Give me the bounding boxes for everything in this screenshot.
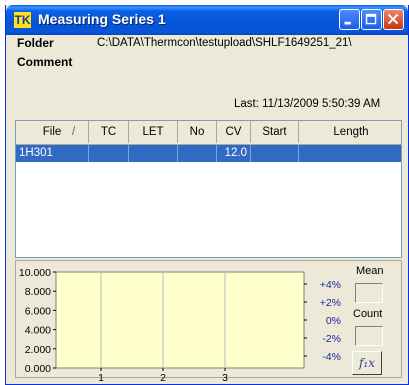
y-right-tick-label: +4% bbox=[320, 279, 341, 291]
y-tick-label: 2.000 bbox=[25, 344, 51, 356]
cv-chart: 10.000 8.000 6.000 4.000 2.000 0.000 +4% +2% 0%… bbox=[19, 267, 341, 384]
count-label: Count bbox=[353, 308, 383, 320]
y-tick-label: 0.000 bbox=[25, 363, 51, 375]
function-button[interactable]: f₁x bbox=[352, 351, 382, 375]
y-right-tick-label: -4% bbox=[322, 351, 341, 363]
y-right-tick-label: 0% bbox=[326, 315, 341, 327]
plot-area bbox=[55, 271, 305, 369]
count-value-box bbox=[355, 326, 383, 346]
mean-value-box bbox=[355, 283, 383, 303]
y-tick-label: 10.000 bbox=[19, 267, 51, 279]
y-tick-label: 8.000 bbox=[25, 286, 51, 298]
x-tick-label: 1 bbox=[98, 372, 104, 384]
y-right-tick-label: +2% bbox=[320, 297, 341, 309]
x-tick-label: 3 bbox=[222, 372, 228, 384]
y-tick-label: 4.000 bbox=[25, 325, 51, 337]
mean-label: Mean bbox=[356, 265, 384, 277]
y-tick-label: 6.000 bbox=[25, 305, 51, 317]
x-tick-label: 2 bbox=[160, 372, 166, 384]
y-right-tick-label: -2% bbox=[322, 333, 341, 345]
